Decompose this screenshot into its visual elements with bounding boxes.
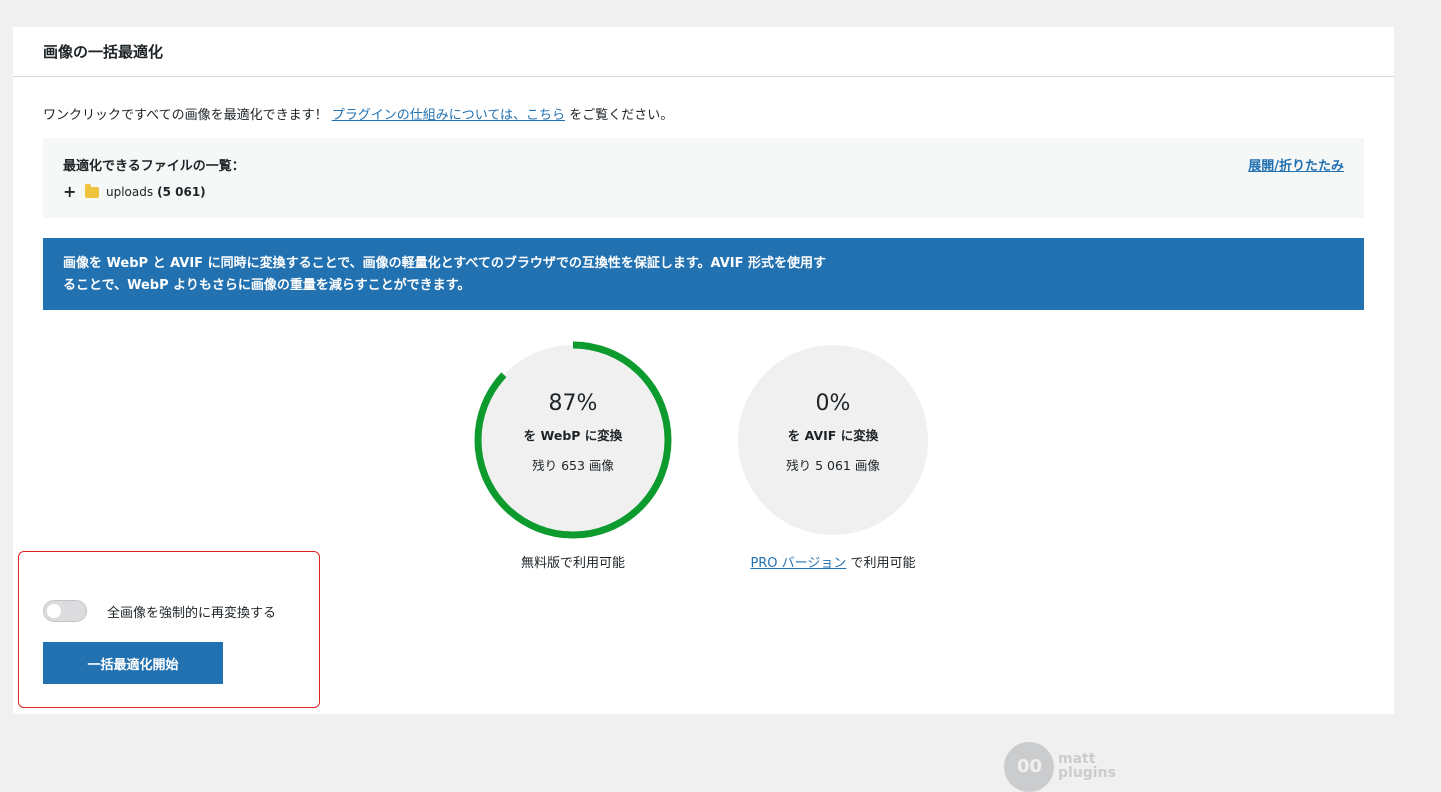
webp-stat: 87% を WebP に変換 残り 653 画像 無料版で利用可能	[473, 341, 673, 571]
avif-remaining: 残り 5 061 画像	[786, 458, 880, 473]
tree-item-count: (5 061)	[157, 185, 206, 199]
card-title: 画像の一括最適化	[43, 43, 164, 61]
avif-stat: 0% を AVIF に変換 残り 5 061 画像 PRO バージョン で利用可…	[733, 345, 933, 571]
webp-remaining: 残り 653 画像	[532, 458, 614, 473]
tree-item-name: uploads	[106, 185, 154, 199]
webp-percent-label: を WebP に変換	[523, 428, 623, 443]
logo-mark-icon: 00	[1004, 742, 1054, 792]
intro-text: ワンクリックですべての画像を最適化できます！ プラグインの仕組みについては、こち…	[43, 104, 673, 123]
folder-icon	[85, 183, 99, 198]
force-reconvert-toggle[interactable]	[43, 600, 87, 622]
expand-plus-icon[interactable]: +	[63, 184, 77, 200]
highlight-box	[18, 551, 320, 708]
avif-progress-circle: 0% を AVIF に変換 残り 5 061 画像	[738, 345, 928, 535]
webp-percent: 87%	[548, 391, 598, 416]
tree-item-uploads[interactable]: + uploads (5 061)	[63, 183, 206, 200]
avif-availability: PRO バージョン で利用可能	[733, 552, 933, 571]
webp-availability: 無料版で利用可能	[520, 556, 625, 571]
webp-progress-circle: 87% を WebP に変換 残り 653 画像	[474, 341, 672, 539]
start-bulk-optimization-button[interactable]: 一括最適化開始	[43, 642, 223, 684]
logo-text: matt plugins	[1058, 752, 1116, 780]
info-notice: 画像を WebP と AVIF に同時に変換することで、画像の軽量化とすべてのブ…	[43, 238, 1364, 310]
avif-availability-text: で利用可能	[846, 556, 916, 571]
mattplugins-logo: 00 matt plugins	[1004, 742, 1116, 792]
files-list-box: 最適化できるファイルの一覧： 展開/折りたたみ + uploads (5 061…	[43, 138, 1364, 218]
expand-collapse-link[interactable]: 展開/折りたたみ	[1248, 155, 1344, 174]
logo-line-1: matt	[1058, 751, 1096, 767]
avif-percent-label: を AVIF に変換	[787, 428, 879, 443]
force-reconvert-row[interactable]: 全画像を強制的に再変換する	[43, 600, 276, 622]
notice-line-1: 画像を WebP と AVIF に同時に変換することで、画像の軽量化とすべてのブ…	[63, 256, 827, 271]
intro-text-before: ワンクリックですべての画像を最適化できます！	[43, 108, 332, 123]
intro-text-after: をご覧ください。	[565, 108, 674, 123]
pro-version-link[interactable]: PRO バージョン	[750, 556, 846, 571]
files-list-title: 最適化できるファイルの一覧：	[63, 159, 245, 174]
avif-percent: 0%	[815, 391, 851, 416]
logo-line-2: plugins	[1058, 765, 1116, 781]
how-it-works-link[interactable]: プラグインの仕組みについては、こちら	[332, 108, 565, 123]
card-header: 画像の一括最適化	[13, 27, 1394, 77]
notice-line-2: ることで、WebP よりもさらに画像の重量を減らすことができます。	[63, 278, 471, 293]
force-reconvert-label[interactable]: 全画像を強制的に再変換する	[107, 602, 276, 621]
